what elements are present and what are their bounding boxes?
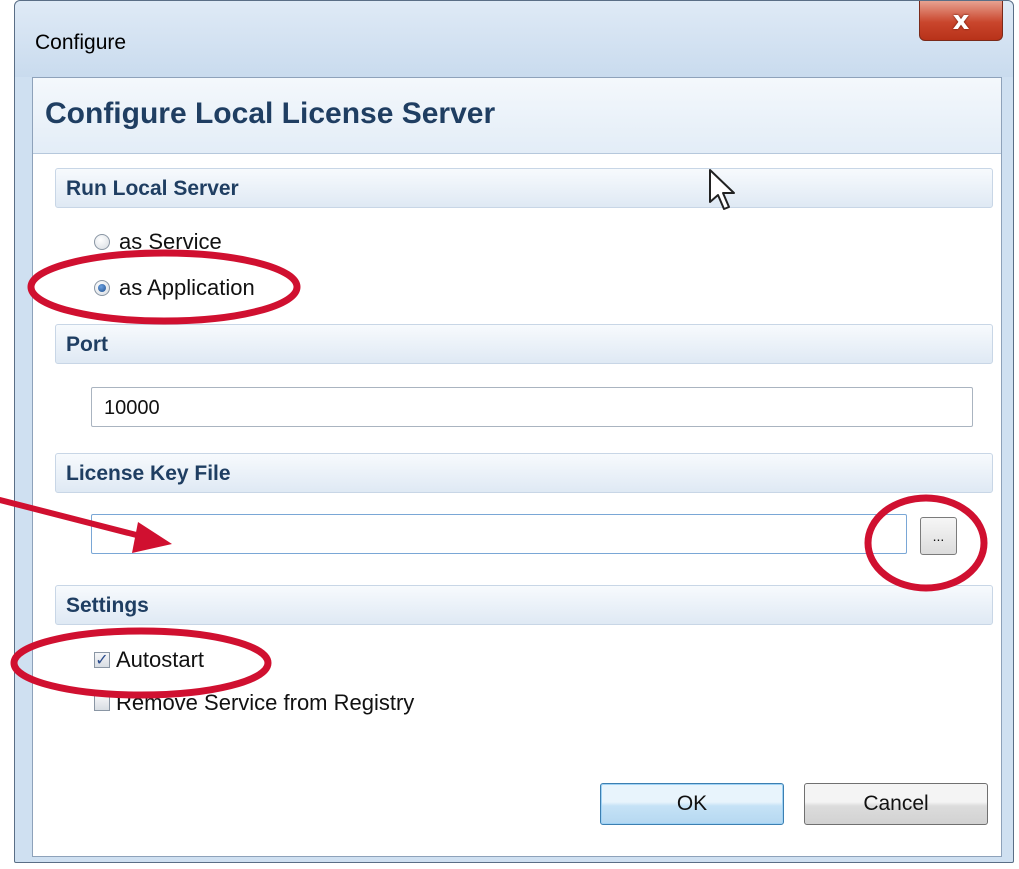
radio-label-as-application: as Application <box>119 275 255 300</box>
radio-button-checked[interactable] <box>94 280 110 296</box>
checkbox-label-remove-service: Remove Service from Registry <box>116 690 415 715</box>
browse-button[interactable]: ... <box>920 517 957 555</box>
configure-dialog: Configure x Configure Local License Serv… <box>14 0 1014 863</box>
section-port: Port <box>55 324 993 364</box>
section-label-license-key-file: License Key File <box>66 462 231 485</box>
dialog-heading: Configure Local License Server <box>45 97 496 130</box>
section-label-settings: Settings <box>66 594 149 617</box>
cancel-button[interactable]: Cancel <box>804 783 988 825</box>
port-input[interactable]: 10000 <box>91 387 973 427</box>
license-key-file-input[interactable] <box>91 514 907 554</box>
checkbox-autostart[interactable]: ✓ Autostart <box>94 647 204 673</box>
checkbox-unchecked[interactable] <box>94 695 110 711</box>
close-icon: x <box>952 5 970 36</box>
browse-button-label: ... <box>932 528 945 544</box>
ok-button[interactable]: OK <box>600 783 784 825</box>
radio-label-as-service: as Service <box>119 229 222 254</box>
window-title: Configure <box>35 31 127 54</box>
section-label-run-local-server: Run Local Server <box>66 177 239 200</box>
dialog-header: Configure Local License Server <box>33 78 1001 154</box>
radio-as-application[interactable]: as Application <box>94 275 255 301</box>
radio-as-service[interactable]: as Service <box>94 229 222 255</box>
title-bar: Configure x <box>15 1 1013 77</box>
close-button[interactable]: x <box>919 1 1003 41</box>
radio-button-unchecked[interactable] <box>94 234 110 250</box>
section-run-local-server: Run Local Server <box>55 168 993 208</box>
dialog-client-area: Configure Local License Server Run Local… <box>32 77 1002 857</box>
checkbox-checked[interactable]: ✓ <box>94 652 110 668</box>
section-settings: Settings <box>55 585 993 625</box>
section-label-port: Port <box>66 333 108 356</box>
checkbox-remove-service[interactable]: Remove Service from Registry <box>94 690 414 716</box>
checkbox-label-autostart: Autostart <box>116 647 205 672</box>
section-license-key-file: License Key File <box>55 453 993 493</box>
mouse-pointer-icon <box>709 169 735 210</box>
